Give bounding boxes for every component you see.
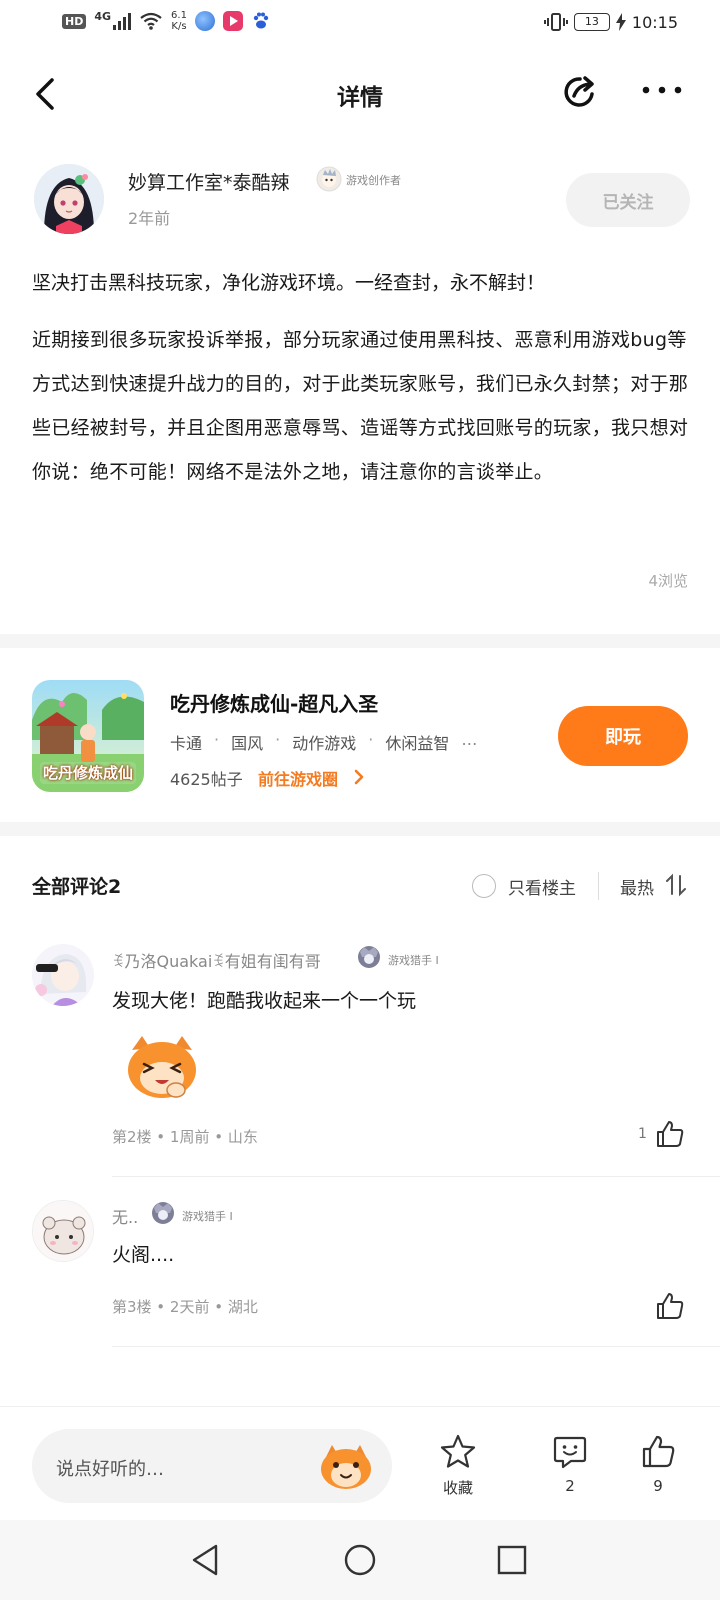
comment-bubble-icon: [553, 1436, 587, 1469]
comment-input-placeholder: 说点好听的…: [56, 1459, 164, 1480]
comment-divider: [112, 1346, 720, 1347]
thumbs-up-icon[interactable]: [654, 1118, 686, 1150]
video-app-icon: [222, 11, 243, 31]
game-tag[interactable]: 国风: [231, 730, 263, 754]
author-avatar[interactable]: [34, 164, 104, 234]
nav-home-icon[interactable]: [342, 1542, 378, 1578]
tag-separator: ·: [214, 730, 220, 749]
owner-only-radio[interactable]: [472, 874, 496, 898]
wifi-icon: [140, 12, 162, 30]
author-name[interactable]: 妙算工作室*泰酷辣: [128, 168, 290, 195]
commenter-name[interactable]: 无..: [112, 1204, 138, 1228]
signal-icon: [113, 12, 132, 30]
collect-label: 收藏: [442, 1479, 473, 1497]
emoji-button-icon[interactable]: [318, 1443, 374, 1491]
comment-divider: [112, 1176, 720, 1177]
comment-button[interactable]: 2: [540, 1433, 600, 1495]
page: HD 4G 6.1 K/s 13 10:15 详情 妙算工作室*泰酷辣 游戏创作…: [0, 0, 720, 1600]
top-app-bar: 详情: [0, 58, 720, 130]
hunter-badge-icon: [152, 1202, 174, 1224]
more-options-icon[interactable]: [640, 80, 684, 100]
follow-button[interactable]: 已关注: [566, 173, 690, 227]
commenter-avatar[interactable]: [32, 1200, 94, 1262]
hunter-badge-icon: [358, 946, 380, 968]
net-speed-value: 6.1: [171, 10, 187, 21]
game-tag[interactable]: 休闲益智: [385, 730, 449, 754]
tags-more: …: [461, 730, 478, 749]
view-count: 4浏览: [648, 572, 688, 590]
game-icon-caption: 吃丹修炼成仙: [42, 764, 133, 782]
comment-like-count: 1: [638, 1126, 647, 1142]
post-time: 2年前: [128, 209, 171, 228]
battery-indicator: 13: [573, 13, 610, 31]
comment-count: 2: [565, 1477, 575, 1495]
tag-separator: ·: [368, 730, 374, 749]
net-speed-unit: K/s: [171, 21, 187, 32]
star-icon: [440, 1434, 476, 1468]
creator-badge-label: 游戏创作者: [346, 174, 401, 187]
comments-title: 全部评论2: [32, 876, 122, 898]
page-title: 详情: [337, 85, 383, 111]
commenter-name[interactable]: ꉂ乃洛Quakaiꉂ有姐有闺有哥: [112, 948, 321, 972]
section-divider: [0, 634, 720, 648]
post-headline: 坚决打击黑科技玩家，净化游戏环境。一经查封，永不解封！: [32, 272, 546, 294]
game-tag[interactable]: 动作游戏: [292, 730, 356, 754]
app-notification-icon: [194, 11, 215, 31]
status-left: HD 4G 6.1 K/s: [62, 10, 271, 32]
comment-text: 火阁....: [112, 1244, 175, 1266]
net-speed: 6.1 K/s: [171, 10, 187, 32]
bottom-action-bar: 说点好听的… 收藏 2 9: [0, 1406, 720, 1518]
sort-icon[interactable]: [664, 872, 688, 898]
comment-meta: 第3楼 • 2天前 • 湖北: [112, 1298, 258, 1316]
nav-back-icon[interactable]: [188, 1542, 224, 1578]
network-type: 4G: [94, 10, 112, 23]
comment-input[interactable]: 说点好听的…: [32, 1429, 392, 1503]
hd-indicator: HD: [62, 13, 87, 29]
game-icon[interactable]: 吃丹修炼成仙: [32, 680, 144, 792]
thumbs-up-icon[interactable]: [654, 1290, 686, 1322]
like-button[interactable]: 9: [628, 1433, 688, 1495]
tag-separator: ·: [275, 730, 281, 749]
sticker-emoji-icon: [128, 1036, 196, 1098]
system-nav-bar: [0, 1520, 720, 1600]
share-icon[interactable]: [558, 70, 602, 114]
chevron-right-icon: [354, 769, 364, 785]
hunter-badge-label: 游戏猎手 I: [182, 1210, 233, 1223]
filter-separator: [598, 872, 599, 900]
sort-label[interactable]: 最热: [620, 874, 654, 899]
comment-text: 发现大佬！跑酷我收起来一个一个玩: [112, 990, 417, 1012]
post-body: 近期接到很多玩家投诉举报，部分玩家通过使用黑科技、恶意利用游戏bug等方式达到快…: [32, 329, 689, 483]
owner-only-label[interactable]: 只看楼主: [508, 874, 576, 899]
nav-recents-icon[interactable]: [494, 1542, 530, 1578]
game-title[interactable]: 吃丹修炼成仙-超凡入圣: [170, 688, 378, 717]
hunter-badge-label: 游戏猎手 I: [388, 954, 439, 967]
goto-game-circle-link[interactable]: 前往游戏圈: [258, 766, 338, 790]
charging-icon: [615, 13, 626, 31]
like-count: 9: [653, 1477, 663, 1495]
status-right: 13 10:15: [543, 12, 678, 32]
play-now-button[interactable]: 即玩: [558, 706, 688, 766]
game-post-count: 4625帖子: [170, 770, 243, 789]
game-tag[interactable]: 卡通: [170, 730, 202, 754]
vibrate-icon: [543, 13, 568, 31]
section-divider: [0, 822, 720, 836]
comment-meta: 第2楼 • 1周前 • 山东: [112, 1128, 258, 1146]
thumbs-up-icon: [642, 1435, 675, 1468]
status-bar: HD 4G 6.1 K/s 13 10:15: [0, 0, 720, 48]
paw-app-icon: [251, 11, 271, 31]
game-tags: 卡通 · 国风 · 动作游戏 · 休闲益智 …: [170, 730, 477, 754]
collect-button[interactable]: 收藏: [428, 1433, 488, 1498]
clock: 10:15: [631, 12, 678, 32]
commenter-avatar[interactable]: [32, 944, 94, 1006]
creator-badge-icon: [316, 166, 342, 192]
